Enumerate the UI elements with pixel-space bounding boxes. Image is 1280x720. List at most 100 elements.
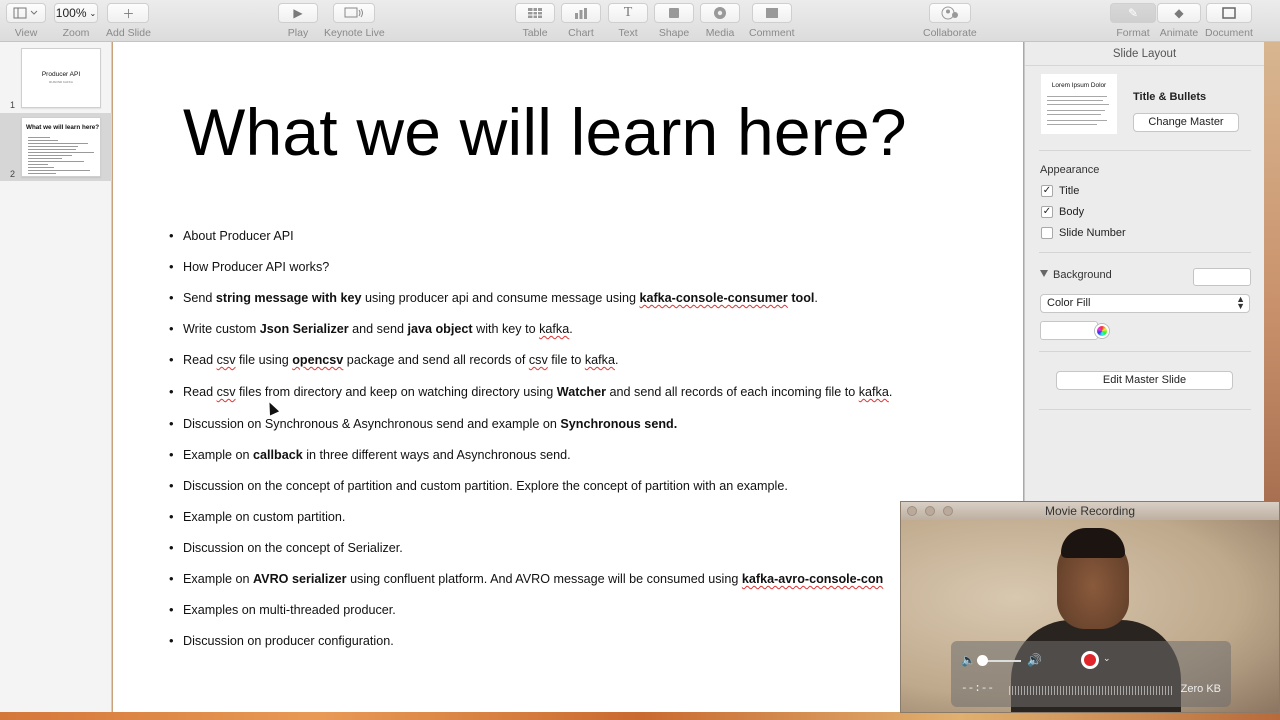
collaborate-button[interactable]: Collaborate bbox=[923, 3, 977, 39]
bullet-text: kafka bbox=[858, 385, 889, 399]
table-button[interactable]: Table bbox=[515, 3, 555, 39]
checkmark-icon[interactable]: ✓ bbox=[1041, 185, 1053, 197]
thumbnail-line bbox=[28, 164, 48, 165]
paintbrush-icon[interactable]: ✎ bbox=[1110, 3, 1156, 23]
bullet-item[interactable]: How Producer API works? bbox=[169, 259, 330, 274]
bullet-text: kafka-avro-console-con bbox=[741, 572, 884, 586]
text-label: Text bbox=[618, 27, 638, 39]
fill-type-value: Color Fill bbox=[1047, 297, 1091, 309]
text-icon[interactable]: T bbox=[608, 3, 648, 23]
edit-master-slide-button[interactable]: Edit Master Slide bbox=[1056, 371, 1233, 390]
chevron-down-icon[interactable]: ⌄ bbox=[1103, 653, 1111, 664]
window-title: Movie Recording bbox=[1044, 504, 1136, 518]
zoom-window-icon[interactable] bbox=[943, 506, 953, 516]
body-checkbox[interactable]: ✓ Body bbox=[1041, 206, 1084, 218]
animate-label: Animate bbox=[1159, 27, 1199, 39]
camera-preview: 🔈 🔊 ⌄ --:-- Zero KB bbox=[901, 520, 1279, 712]
chart-button[interactable]: Chart bbox=[561, 3, 601, 39]
master-thumbnail-line bbox=[1047, 110, 1105, 111]
animate-button[interactable]: ◆ Animate bbox=[1157, 3, 1201, 39]
bullet-text: How Producer API works? bbox=[183, 260, 330, 274]
media-button[interactable]: Media bbox=[700, 3, 740, 39]
thumbnail-line bbox=[28, 155, 72, 156]
dock-area bbox=[0, 712, 1280, 720]
bullet-text: Read bbox=[183, 385, 217, 399]
bullet-item[interactable]: Send string message with key using produ… bbox=[169, 290, 818, 305]
thumbnail-line bbox=[28, 140, 58, 141]
table-label: Table bbox=[522, 27, 548, 39]
master-thumbnail-line bbox=[1047, 96, 1107, 97]
format-button[interactable]: ✎ Format bbox=[1110, 3, 1156, 39]
bullet-text: and send all records of each incoming fi… bbox=[606, 385, 859, 399]
thumbnail-line bbox=[28, 167, 54, 168]
slide-thumbnail-1[interactable]: Producer API RHSOND KAFKA 1 bbox=[0, 44, 112, 112]
bullet-item[interactable]: Discussion on Synchronous & Asynchronous… bbox=[169, 416, 677, 431]
plus-icon[interactable]: ＋ bbox=[107, 3, 150, 23]
slide-thumbnail-2[interactable]: What we will learn here? 2 bbox=[0, 113, 112, 181]
checkbox-empty[interactable] bbox=[1041, 227, 1053, 239]
divider bbox=[1039, 150, 1251, 151]
bullet-text: csv bbox=[216, 353, 236, 367]
view-icon[interactable] bbox=[6, 3, 46, 23]
bullet-text: files from directory and keep on watchin… bbox=[235, 385, 557, 399]
master-thumbnail[interactable]: Lorem Ipsum Dolor bbox=[1041, 74, 1117, 134]
add-slide-button[interactable]: ＋ Add Slide bbox=[106, 3, 151, 39]
collaborate-icon[interactable] bbox=[928, 3, 971, 23]
bullet-item[interactable]: Discussion on producer configuration. bbox=[169, 633, 394, 648]
media-icon[interactable] bbox=[700, 3, 740, 23]
document-icon[interactable] bbox=[1205, 3, 1252, 23]
bullet-item[interactable]: Write custom Json Serializer and send ja… bbox=[169, 321, 573, 336]
audio-level-meter bbox=[1009, 686, 1173, 695]
select-arrows-icon: ▲ ▼ bbox=[1236, 294, 1245, 311]
animate-icon[interactable]: ◆ bbox=[1157, 3, 1201, 23]
chart-icon[interactable] bbox=[561, 3, 601, 23]
bullet-item[interactable]: Read csv files from directory and keep o… bbox=[169, 384, 892, 399]
bullet-text: Discussion on producer configuration. bbox=[183, 634, 394, 648]
record-button[interactable] bbox=[1081, 651, 1099, 669]
master-thumbnail-line bbox=[1047, 114, 1101, 115]
bullet-item[interactable]: Read csv file using opencsv package and … bbox=[169, 352, 618, 367]
shape-button[interactable]: Shape bbox=[654, 3, 694, 39]
close-icon[interactable] bbox=[907, 506, 917, 516]
table-icon[interactable] bbox=[515, 3, 555, 23]
bullet-item[interactable]: Example on callback in three different w… bbox=[169, 447, 571, 462]
window-titlebar[interactable]: Movie Recording bbox=[901, 502, 1279, 520]
color-well[interactable] bbox=[1040, 321, 1109, 340]
bullet-item[interactable]: About Producer API bbox=[169, 228, 294, 243]
slide-number-checkbox[interactable]: Slide Number bbox=[1041, 227, 1126, 239]
checkmark-icon[interactable]: ✓ bbox=[1041, 206, 1053, 218]
bullet-text: file to bbox=[547, 353, 585, 367]
document-button[interactable]: Document bbox=[1205, 3, 1253, 39]
disclosure-triangle-icon[interactable] bbox=[1040, 270, 1048, 277]
play-icon[interactable]: ▶ bbox=[278, 3, 318, 23]
view-control[interactable]: View bbox=[6, 3, 46, 39]
bullet-item[interactable]: Examples on multi-threaded producer. bbox=[169, 602, 396, 617]
zoom-dropdown[interactable]: 100% ⌄ bbox=[54, 3, 98, 23]
fill-type-select[interactable]: Color Fill ▲ ▼ bbox=[1040, 294, 1250, 313]
color-wheel-icon[interactable] bbox=[1095, 324, 1109, 338]
change-master-button[interactable]: Change Master bbox=[1133, 113, 1239, 132]
comment-icon[interactable] bbox=[751, 3, 792, 23]
bullet-text: Discussion on the concept of Serializer. bbox=[183, 541, 403, 555]
minimize-icon[interactable] bbox=[925, 506, 935, 516]
bullet-text: file using bbox=[235, 353, 293, 367]
background-color-swatch[interactable] bbox=[1193, 268, 1251, 286]
divider bbox=[1039, 351, 1251, 352]
master-name: Title & Bullets bbox=[1133, 91, 1207, 103]
bullet-item[interactable]: Discussion on the concept of Serializer. bbox=[169, 540, 403, 555]
comment-button[interactable]: Comment bbox=[749, 3, 795, 39]
text-button[interactable]: T Text bbox=[608, 3, 648, 39]
keynote-live-button[interactable]: Keynote Live bbox=[324, 3, 385, 39]
slide-canvas[interactable]: What we will learn here? About Producer … bbox=[113, 42, 1023, 712]
volume-slider-knob[interactable] bbox=[977, 655, 988, 666]
bullet-item[interactable]: Discussion on the concept of partition a… bbox=[169, 478, 788, 493]
play-button[interactable]: ▶ Play bbox=[278, 3, 318, 39]
bullet-item[interactable]: Example on AVRO serializer using conflue… bbox=[169, 571, 884, 586]
movie-recording-window[interactable]: Movie Recording 🔈 🔊 ⌄ --:-- Zero KB bbox=[900, 501, 1280, 713]
keynote-live-icon[interactable] bbox=[333, 3, 376, 23]
slide-title[interactable]: What we will learn here? bbox=[183, 94, 907, 170]
title-checkbox[interactable]: ✓ Title bbox=[1041, 185, 1079, 197]
bullet-item[interactable]: Example on custom partition. bbox=[169, 509, 345, 524]
zoom-control[interactable]: 100% ⌄ Zoom bbox=[54, 3, 98, 39]
shape-icon[interactable] bbox=[654, 3, 694, 23]
